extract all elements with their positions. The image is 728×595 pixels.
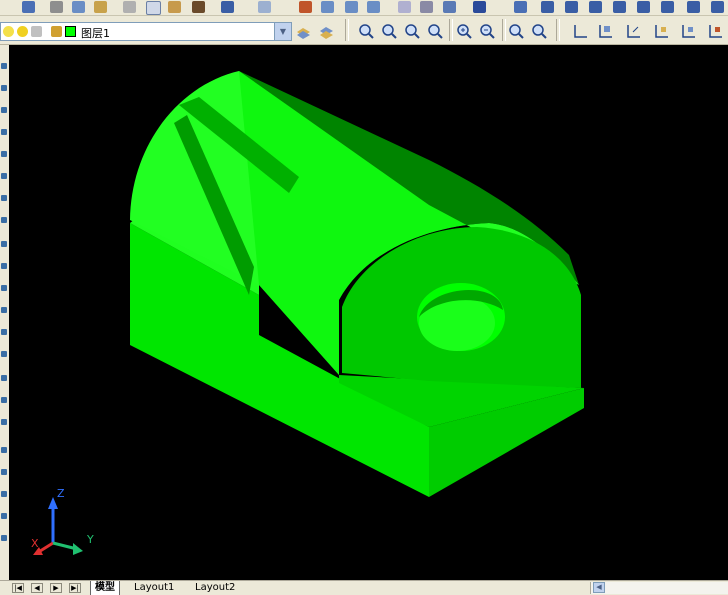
iso-view-icon[interactable] bbox=[687, 1, 700, 13]
plot-icon[interactable] bbox=[50, 1, 63, 13]
zoom-scale-icon[interactable] bbox=[404, 23, 421, 40]
match-properties-icon[interactable] bbox=[192, 1, 205, 13]
paste-icon[interactable] bbox=[168, 1, 181, 13]
zoom-dynamic-icon[interactable] bbox=[381, 23, 398, 40]
array-icon[interactable] bbox=[1, 535, 7, 541]
zoom-out-icon[interactable] bbox=[479, 23, 496, 40]
copy-icon[interactable] bbox=[146, 1, 161, 15]
ucs-axis-icon: Z X Y bbox=[31, 487, 94, 555]
copy-object-icon[interactable] bbox=[1, 469, 7, 475]
rectangle-icon[interactable] bbox=[1, 151, 7, 157]
horizontal-scrollbar[interactable]: ◀ bbox=[590, 582, 728, 594]
offset-icon[interactable] bbox=[1, 513, 7, 519]
zoom-window-icon[interactable] bbox=[345, 1, 358, 13]
top-view-icon[interactable] bbox=[541, 1, 554, 13]
hatch-icon[interactable] bbox=[1, 351, 7, 357]
zoom-in-icon[interactable] bbox=[456, 23, 473, 40]
polygon-icon[interactable] bbox=[1, 129, 7, 135]
bottom-view-icon[interactable] bbox=[565, 1, 578, 13]
zoom-extents-icon[interactable] bbox=[531, 23, 548, 40]
construction-line-icon[interactable] bbox=[1, 85, 7, 91]
x-axis-label: X bbox=[31, 537, 39, 550]
ucs-world-icon[interactable] bbox=[597, 23, 614, 40]
right-view-icon[interactable] bbox=[613, 1, 626, 13]
layer-name: 图层1 bbox=[81, 27, 110, 40]
point-icon[interactable] bbox=[1, 329, 7, 335]
save-icon[interactable] bbox=[22, 1, 35, 13]
spline-icon[interactable] bbox=[1, 241, 7, 247]
arc-icon[interactable] bbox=[1, 173, 7, 179]
zoom-all-icon[interactable] bbox=[508, 23, 525, 40]
zoom-previous-icon[interactable] bbox=[367, 1, 380, 13]
ucs-object-icon[interactable] bbox=[680, 23, 697, 40]
lock-icon bbox=[31, 26, 42, 37]
tab-layout2[interactable]: Layout2 bbox=[195, 581, 235, 595]
cut-icon[interactable] bbox=[123, 1, 136, 13]
revision-cloud-icon[interactable] bbox=[1, 217, 7, 223]
tool-palettes-icon[interactable] bbox=[443, 1, 456, 13]
tab-layout1[interactable]: Layout1 bbox=[134, 581, 174, 595]
ucs-icon[interactable] bbox=[572, 23, 589, 40]
toolbar-separator bbox=[449, 19, 453, 41]
plot-style-icon bbox=[51, 26, 62, 37]
previous-tab-icon[interactable]: ◀ bbox=[31, 583, 43, 593]
y-axis-arrow bbox=[73, 543, 83, 555]
mtext-icon[interactable] bbox=[1, 419, 7, 425]
standard-toolbar bbox=[0, 0, 728, 16]
sun-icon bbox=[17, 26, 28, 37]
make-block-icon[interactable] bbox=[1, 307, 7, 313]
undo-icon[interactable] bbox=[221, 1, 234, 13]
insert-block-icon[interactable] bbox=[1, 285, 7, 291]
toolbar-separator bbox=[345, 19, 349, 41]
publish-icon[interactable] bbox=[94, 1, 107, 13]
first-tab-icon[interactable]: |◀ bbox=[12, 583, 24, 593]
scroll-left-icon[interactable]: ◀ bbox=[593, 582, 605, 593]
plot-preview-icon[interactable] bbox=[72, 1, 85, 13]
last-tab-icon[interactable]: ▶| bbox=[69, 583, 81, 593]
y-axis-label: Y bbox=[86, 533, 94, 546]
front-view-icon[interactable] bbox=[637, 1, 650, 13]
view-icon[interactable] bbox=[514, 1, 527, 13]
erase-icon[interactable] bbox=[1, 447, 7, 453]
design-center-icon[interactable] bbox=[420, 1, 433, 13]
ucs-view-icon[interactable] bbox=[707, 23, 724, 40]
chevron-down-icon[interactable]: ▼ bbox=[274, 23, 291, 40]
pan-icon[interactable] bbox=[299, 1, 312, 13]
layer-previous-icon[interactable] bbox=[318, 23, 335, 40]
help-icon[interactable] bbox=[473, 1, 486, 13]
redo-icon[interactable] bbox=[258, 1, 271, 13]
zoom-window-icon[interactable] bbox=[358, 23, 375, 40]
zoom-center-icon[interactable] bbox=[427, 23, 444, 40]
next-tab-icon[interactable]: ▶ bbox=[50, 583, 62, 593]
layer-dropdown[interactable]: 图层1 ▼ bbox=[0, 22, 292, 41]
ellipse-icon[interactable] bbox=[1, 263, 7, 269]
line-tool-icon[interactable] bbox=[1, 63, 7, 69]
layer-color-swatch bbox=[65, 26, 76, 37]
zoom-realtime-icon[interactable] bbox=[321, 1, 334, 13]
polyline-icon[interactable] bbox=[1, 107, 7, 113]
lightbulb-icon bbox=[3, 26, 14, 37]
properties-icon[interactable] bbox=[398, 1, 411, 13]
circle-icon[interactable] bbox=[1, 195, 7, 201]
ucs-face-icon[interactable] bbox=[653, 23, 670, 40]
z-axis-label: Z bbox=[57, 487, 65, 500]
make-layer-current-icon[interactable] bbox=[295, 23, 312, 40]
tab-model[interactable]: 模型 bbox=[90, 581, 120, 595]
drawing-viewport[interactable]: Z X Y bbox=[9, 45, 728, 580]
iso-view-2-icon[interactable] bbox=[711, 1, 724, 13]
left-view-icon[interactable] bbox=[589, 1, 602, 13]
region-icon[interactable] bbox=[1, 375, 7, 381]
back-view-icon[interactable] bbox=[661, 1, 674, 13]
table-icon[interactable] bbox=[1, 397, 7, 403]
ucs-previous-icon[interactable] bbox=[625, 23, 642, 40]
toolbar-separator bbox=[502, 19, 506, 41]
mirror-icon[interactable] bbox=[1, 491, 7, 497]
toolbar-separator bbox=[556, 19, 560, 41]
